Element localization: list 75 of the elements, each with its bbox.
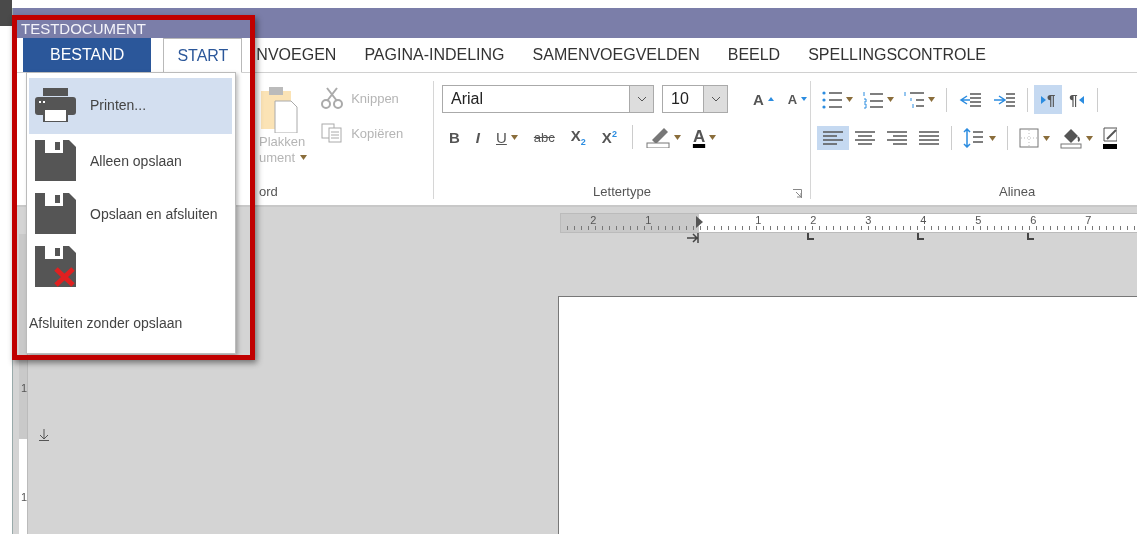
bullet-list-icon bbox=[822, 90, 842, 109]
indent-marker-icon[interactable] bbox=[39, 429, 49, 441]
align-justify-icon bbox=[919, 131, 939, 145]
caret-icon bbox=[846, 97, 853, 102]
paint-bucket-icon bbox=[1060, 127, 1082, 149]
strike-button[interactable]: abc bbox=[526, 126, 562, 148]
outdent-icon bbox=[958, 91, 982, 108]
ruler-number: 1 bbox=[645, 214, 653, 226]
file-tab[interactable]: BESTAND bbox=[23, 38, 152, 72]
ruler-number: 1 bbox=[755, 214, 763, 226]
ribbon-tab[interactable]: START bbox=[163, 38, 243, 73]
floppy-disk-x-icon bbox=[35, 246, 76, 287]
first-line-indent-icon[interactable] bbox=[696, 216, 704, 228]
clipboard-icon bbox=[259, 85, 299, 133]
left-to-right-button[interactable]: ¶ bbox=[1034, 85, 1063, 114]
grow-font-button[interactable]: A bbox=[748, 87, 779, 111]
caret-icon bbox=[709, 134, 717, 140]
printer-icon bbox=[35, 88, 76, 122]
sub-button[interactable]: X$_{2}$ bbox=[563, 124, 593, 150]
ruler-number: 3 bbox=[865, 214, 873, 226]
right-to-left-button[interactable]: ¶ bbox=[1062, 85, 1091, 114]
caret-icon bbox=[300, 155, 308, 160]
caret-icon bbox=[989, 135, 996, 141]
scissors-icon bbox=[321, 87, 344, 109]
align-center-icon bbox=[855, 131, 875, 145]
ruler-number: 5 bbox=[975, 214, 983, 226]
caret-icon bbox=[928, 97, 935, 102]
copy-icon bbox=[321, 123, 344, 143]
ruler-number: 2 bbox=[590, 214, 598, 226]
bold-button[interactable]: B bbox=[442, 125, 467, 149]
borders-icon bbox=[1019, 128, 1039, 148]
dialog-launcher-icon[interactable] bbox=[793, 189, 802, 198]
ruler-number: 7 bbox=[1085, 214, 1093, 226]
numbered-list-icon bbox=[863, 90, 883, 109]
background-window bbox=[0, 0, 12, 26]
align-right-icon bbox=[887, 131, 907, 145]
caret-icon bbox=[510, 134, 518, 140]
ruler-number: 1 bbox=[21, 382, 28, 394]
caret-icon bbox=[673, 134, 681, 140]
up-arrow-icon bbox=[767, 97, 774, 101]
ruler-number: 4 bbox=[920, 214, 928, 226]
down-arrow-icon bbox=[801, 97, 808, 101]
chevron-icon bbox=[636, 96, 647, 102]
chevron-icon bbox=[710, 96, 721, 102]
group-label: Alinea bbox=[998, 184, 1037, 199]
right-triangle-icon bbox=[1041, 95, 1046, 104]
font-name-field[interactable]: Arial bbox=[442, 85, 629, 113]
align-left-button[interactable] bbox=[817, 126, 849, 150]
indent-icon bbox=[992, 91, 1016, 108]
italic-button[interactable]: I bbox=[468, 125, 487, 149]
window-title: TESTDOCUMENT bbox=[21, 21, 146, 37]
caret-icon bbox=[1086, 135, 1093, 141]
left-triangle-icon bbox=[1078, 95, 1084, 104]
underline-button[interactable]: U bbox=[489, 125, 525, 149]
menu-item[interactable]: Printen... bbox=[29, 78, 232, 134]
font-size-field[interactable]: 10 bbox=[662, 85, 703, 113]
tab-stop-icon[interactable] bbox=[807, 233, 816, 240]
group-label: Lettertype bbox=[593, 184, 651, 199]
sup-button[interactable]: X$^{2}$ bbox=[594, 125, 624, 149]
caret-icon bbox=[1043, 135, 1050, 141]
caret-icon bbox=[887, 97, 894, 102]
group-label: ord bbox=[258, 184, 279, 199]
pen-icon bbox=[1103, 127, 1117, 149]
align-left-icon bbox=[823, 131, 843, 145]
highlighter-icon bbox=[645, 126, 670, 148]
tab-stop-icon[interactable] bbox=[1027, 233, 1036, 240]
ruler-number: 1 bbox=[21, 491, 28, 503]
ruler-number: 2 bbox=[810, 214, 818, 226]
multilevel-list-icon bbox=[904, 90, 924, 109]
line-spacing-icon bbox=[963, 128, 985, 148]
shrink-font-button[interactable]: A bbox=[782, 88, 813, 110]
font-color-button[interactable]: A bbox=[687, 124, 722, 150]
hanging-indent-icon[interactable] bbox=[687, 233, 700, 243]
ruler-number: 6 bbox=[1030, 214, 1038, 226]
tab-stop-icon[interactable] bbox=[917, 233, 926, 240]
